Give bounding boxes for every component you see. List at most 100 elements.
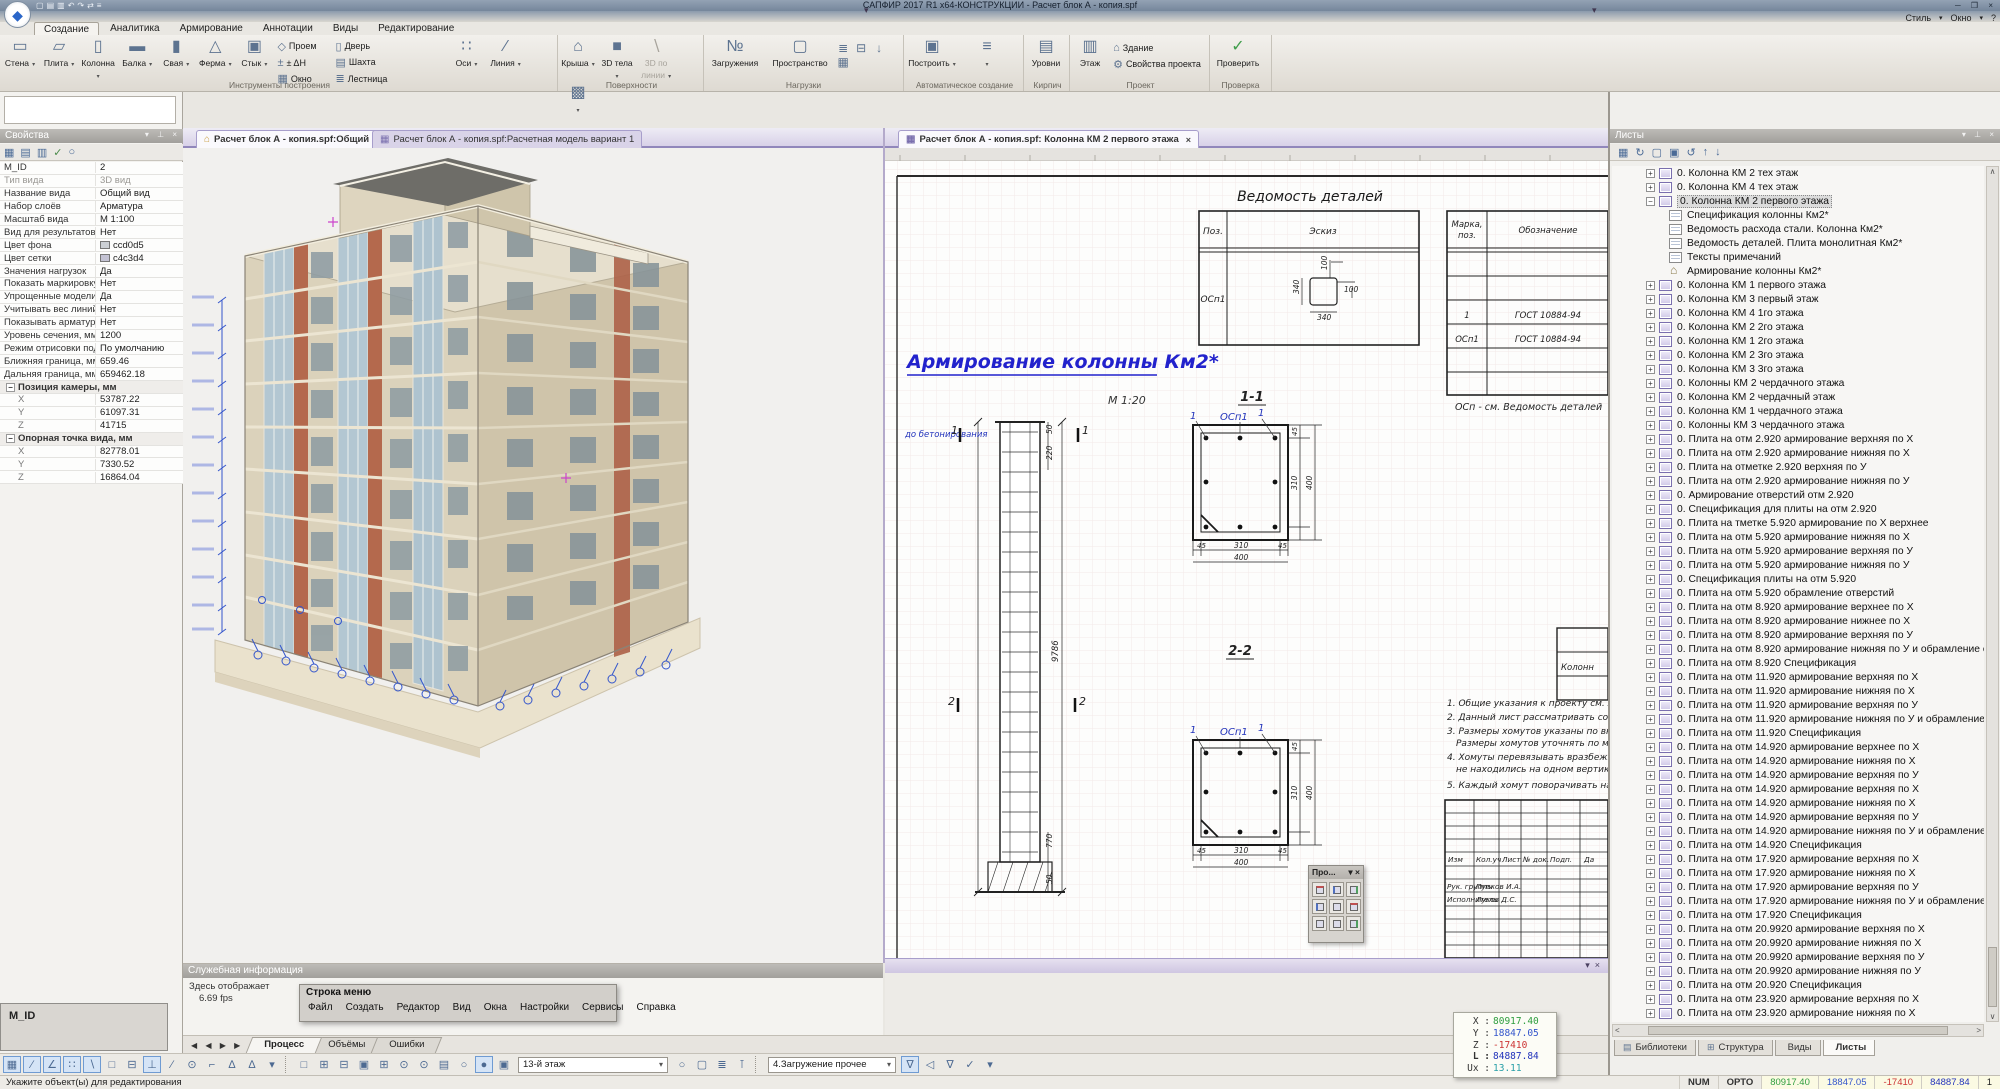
tree-expander-icon[interactable]	[1646, 575, 1655, 584]
tree-expander-icon[interactable]	[1646, 659, 1655, 668]
sheet-tree-item[interactable]: 0. Плита на отм 5.920 армирование верхня…	[1612, 544, 1984, 558]
tree-expander-icon[interactable]	[1646, 799, 1655, 808]
tree-expander-icon[interactable]	[1646, 197, 1655, 206]
tree-expander-icon[interactable]	[1646, 183, 1655, 192]
model-grid-icon[interactable]: ▤	[435, 1056, 453, 1073]
ribbon-button[interactable]: △ Ферма ▾	[197, 35, 233, 69]
tree-expander-icon[interactable]	[1646, 561, 1655, 570]
ribbon-button[interactable]: ✓ Проверить	[1210, 35, 1266, 69]
tree-vertical-scrollbar[interactable]: ∧∨	[1986, 166, 1999, 1022]
new-file-icon[interactable]: ▢	[36, 1, 44, 11]
move-down-icon[interactable]: ↓	[1715, 146, 1721, 158]
ribbon-small-button[interactable]: ± ± ΔН	[275, 55, 330, 71]
view-cube-top-button[interactable]	[1312, 882, 1327, 897]
sheet-tree-item[interactable]: 0. Спецификация для плиты на отм 2.920	[1612, 502, 1984, 516]
lamp-box-icon[interactable]: ▣	[495, 1056, 513, 1073]
view-tab-column-sheet[interactable]: ▦ Расчет блок А - копия.spf: Колонна КМ …	[898, 130, 1199, 148]
process-tab[interactable]: Процесс	[246, 1037, 322, 1053]
sheet-tree-item[interactable]: Ведомость расхода стали. Колонна Км2*	[1612, 222, 1984, 236]
sheet-tree-item[interactable]: 0. Колонны КМ 3 чердачного этажа	[1612, 418, 1984, 432]
title-bar[interactable]: САПФИР 2017 R1 x64-КОНСТРУКЦИИ - Расчет …	[0, 0, 2000, 11]
toolbar-options-icon[interactable]: ≡	[97, 1, 102, 11]
toolbar-overflow-icon[interactable]: ▾	[981, 1056, 999, 1073]
tree-expander-icon[interactable]	[1646, 281, 1655, 290]
menu-item[interactable]: Редактор	[397, 1002, 440, 1013]
reinforcement-drawing[interactable]: Ведомость деталей Поз. Эскиз ОСп1 100 10…	[885, 148, 1608, 958]
view-tab-model[interactable]: ▦ Расчет блок А - копия.spf:Расчетная мо…	[372, 130, 642, 148]
sheet-tree-item[interactable]: Армирование колонны Км2*	[1612, 264, 1984, 278]
property-row[interactable]: −Показать маркировку Нет	[0, 278, 183, 291]
ribbon-tab[interactable]: Виды	[324, 22, 367, 35]
property-row[interactable]: −Название вида Общий вид	[0, 188, 183, 201]
sheet-tree-item[interactable]: 0. Колонна КМ 2 первого этажа	[1612, 194, 1984, 208]
tree-expander-icon[interactable]	[1646, 645, 1655, 654]
view-gear-icon[interactable]: ⊞	[375, 1056, 393, 1073]
close-icon[interactable]: ×	[1595, 960, 1600, 970]
ribbon-button[interactable]: ■ 3D тела ▾	[599, 35, 635, 81]
ribbon-tab[interactable]: Создание	[34, 22, 99, 35]
tree-expander-icon[interactable]	[1646, 603, 1655, 612]
copy-view-icon[interactable]: □	[295, 1056, 313, 1073]
tree-expander-icon[interactable]	[1646, 897, 1655, 906]
redo-icon[interactable]: ↷	[77, 1, 84, 11]
sheet-tree-item[interactable]: 0. Плита на отм 17.920 армирование нижня…	[1612, 866, 1984, 880]
tree-expander-icon[interactable]	[1646, 323, 1655, 332]
ribbon-tab[interactable]: Аннотации	[254, 22, 322, 35]
sheet-tree-item[interactable]: 0. Плита на отм 20.9920 армирование нижн…	[1612, 936, 1984, 950]
snap-perp-icon[interactable]: ⊥	[143, 1056, 161, 1073]
tree-expander-icon[interactable]	[1646, 855, 1655, 864]
tree-expander-icon[interactable]	[1646, 547, 1655, 556]
sheet-tree-item[interactable]: 0. Плита на отм 17.920 Спецификация	[1612, 908, 1984, 922]
ortho-corner-icon[interactable]: ⌐	[203, 1056, 221, 1073]
property-row[interactable]: −X 82778.01	[0, 446, 183, 459]
open-file-icon[interactable]: ▤	[47, 1, 55, 11]
ribbon-tab[interactable]: Армирование	[171, 22, 252, 35]
load-frame-icon[interactable]: ≣	[834, 41, 852, 55]
sheet-tree-item[interactable]: 0. Плита на отм 17.920 армирование верхн…	[1612, 880, 1984, 894]
sheet-tree-item[interactable]: 0. Плита на отм 14.920 армирование верхн…	[1612, 740, 1984, 754]
snap-line-icon[interactable]: ∕	[23, 1056, 41, 1073]
ribbon-small-button[interactable]: ▤ Шахта	[334, 54, 389, 70]
sheet-tree-item[interactable]: 0. Плита на отметке 2.920 верхняя по У	[1612, 460, 1984, 474]
tree-expander-icon[interactable]	[1646, 393, 1655, 402]
view-cube-side-button[interactable]	[1346, 882, 1361, 897]
sheet-tree-item[interactable]: 0. Плита на отм 8.920 армирование нижняя…	[1612, 642, 1984, 656]
sheet-settings-icon[interactable]: ▦	[1618, 146, 1628, 159]
sheet-tree-item[interactable]: 0. Плита на отм 8.920 Спецификация	[1612, 656, 1984, 670]
sheet-tree-item[interactable]: 0. Плита на отм 20.9920 армирование верх…	[1612, 950, 1984, 964]
tab-list-dropdown-icon[interactable]: ▾	[1592, 5, 1597, 16]
tree-expander-icon[interactable]	[1646, 925, 1655, 934]
filter-table-icon[interactable]: ∇	[941, 1056, 959, 1073]
building-3d-model[interactable]	[183, 148, 883, 963]
process-tab[interactable]: Ошибки	[371, 1037, 443, 1053]
sheet-tree-item[interactable]: Тексты примечаний	[1612, 250, 1984, 264]
sheet-tree-item[interactable]: 0. Плита на отм 14.920 армирование верхн…	[1612, 810, 1984, 824]
ribbon-small-button[interactable]: ⌂ Здание	[1111, 40, 1207, 56]
view-cube-bottom-button[interactable]	[1346, 899, 1361, 914]
tree-expander-icon[interactable]	[1646, 477, 1655, 486]
sheet-tree-item[interactable]: 0. Плита на отм 11.920 Спецификация	[1612, 726, 1984, 740]
search-icon[interactable]: ○	[68, 146, 75, 158]
menu-item[interactable]: Вид	[453, 1002, 471, 1013]
property-row[interactable]: −Показывать арматуру Нет	[0, 317, 183, 330]
dock-tab[interactable]: ⊞ Структура	[1698, 1040, 1773, 1056]
property-row[interactable]: −M_ID 2	[0, 162, 183, 175]
snap-points-icon[interactable]: ∷	[63, 1056, 81, 1073]
filter-load-icon[interactable]: ∇	[901, 1056, 919, 1073]
tree-expander-icon[interactable]	[1646, 351, 1655, 360]
angle-b-icon[interactable]: ∆	[243, 1056, 261, 1073]
sheet-tree-item[interactable]: 0. Плита на отм 14.920 армирование верхн…	[1612, 768, 1984, 782]
tree-expander-icon[interactable]	[1646, 827, 1655, 836]
tree-horizontal-scrollbar[interactable]: <>	[1612, 1024, 1984, 1037]
property-row[interactable]: −Опорная точка вида, мм	[0, 433, 183, 446]
view-cube-iso-button[interactable]	[1329, 899, 1344, 914]
scrollbar-thumb[interactable]	[1648, 1026, 1948, 1035]
tree-expander-icon[interactable]	[1646, 995, 1655, 1004]
property-row[interactable]: −Тип вида 3D вид	[0, 175, 183, 188]
categorized-icon[interactable]: ▦	[4, 146, 14, 159]
sheets-panel-header[interactable]: Листы ▾ ⊥ ×	[1610, 129, 2000, 143]
sheet-tree-item[interactable]: 0. Плита на отм 8.920 армирование верхне…	[1612, 600, 1984, 614]
tree-expander-icon[interactable]	[1646, 729, 1655, 738]
sheet-tree-item[interactable]: 0. Плита на отм 17.920 армирование нижня…	[1612, 894, 1984, 908]
viewport-splitter[interactable]	[883, 128, 885, 963]
